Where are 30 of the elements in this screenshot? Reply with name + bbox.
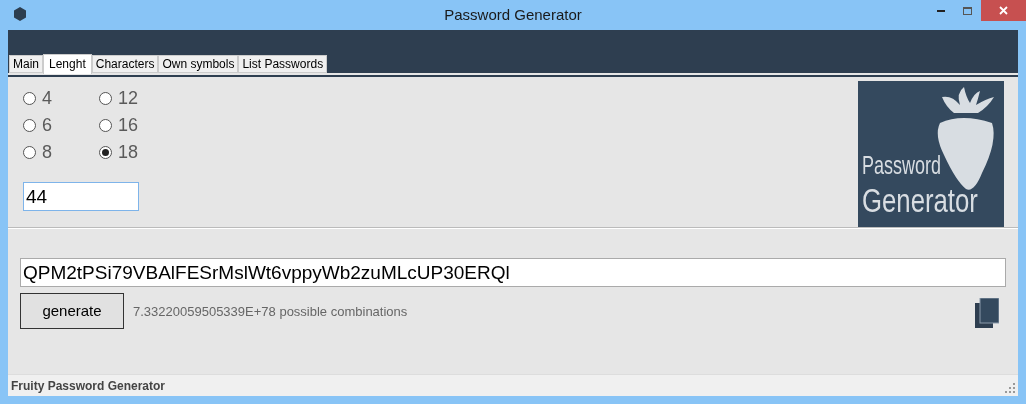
radio-button[interactable] xyxy=(99,92,112,105)
radio-label: 12 xyxy=(118,87,139,110)
copy-icon[interactable] xyxy=(975,298,999,328)
combinations-text: 7.33220059505339E+78 possible combinations xyxy=(133,303,408,322)
logo-text: Generator xyxy=(862,183,978,219)
tab[interactable]: Own symbols xyxy=(158,55,239,73)
tab[interactable]: Characters xyxy=(91,55,159,73)
radio-label: 8 xyxy=(42,141,52,164)
status-text: Fruity Password Generator xyxy=(11,377,166,395)
radio-button[interactable] xyxy=(99,119,112,132)
tab[interactable]: List Passwords xyxy=(238,55,328,73)
radio-button[interactable] xyxy=(23,119,36,132)
radio-button[interactable] xyxy=(23,146,36,159)
logo-text: Password xyxy=(862,151,942,179)
tab[interactable]: Main xyxy=(9,55,43,73)
generate-button[interactable]: generate xyxy=(20,293,124,329)
radio-label: 6 xyxy=(42,114,52,137)
app-icon xyxy=(13,7,27,21)
radio-label: 16 xyxy=(118,114,139,137)
radio-label: 4 xyxy=(42,87,52,110)
tab[interactable]: Lenght xyxy=(43,54,92,74)
resize-grip-icon[interactable] xyxy=(1005,383,1015,393)
radio-button[interactable] xyxy=(99,146,112,159)
radio-label: 18 xyxy=(118,141,139,164)
password-field[interactable]: QPM2tPSi79VBAlFESrMslWt6vppyWb2zuMLcUP30ERQl xyxy=(20,258,1006,287)
close-button[interactable] xyxy=(981,0,1026,21)
radio-button[interactable] xyxy=(23,92,36,105)
close-icon xyxy=(999,6,1008,15)
length-input[interactable]: 44 xyxy=(23,182,139,211)
window-title: Password Generator xyxy=(444,4,582,25)
